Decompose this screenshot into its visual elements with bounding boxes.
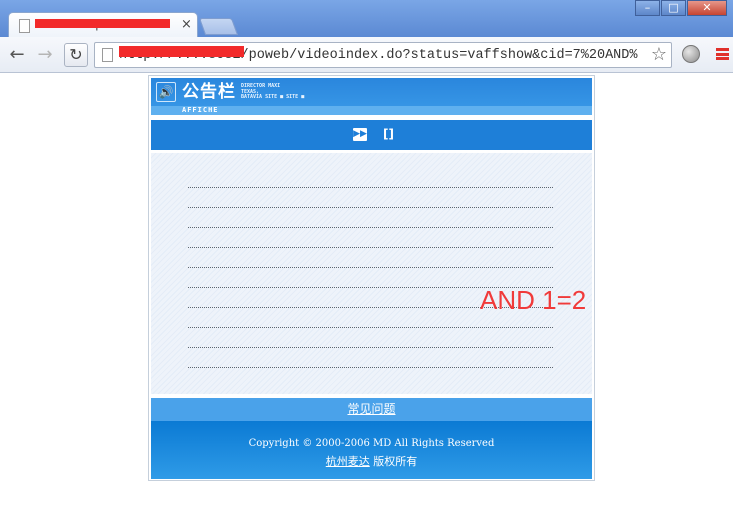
browser-tab[interactable]: ...:8081/poweb ×	[8, 12, 198, 38]
company-link[interactable]: 杭州麦达	[326, 455, 370, 468]
speaker-icon: 🔊	[156, 82, 176, 102]
list-item[interactable]	[188, 187, 553, 188]
list-item[interactable]	[188, 327, 553, 328]
star-icon[interactable]: ☆	[651, 44, 667, 66]
faq-bar: 常见问题	[151, 398, 592, 421]
window-controls: – □ ✕	[634, 0, 727, 16]
control-bar: ▶▶ []	[151, 120, 592, 150]
tab-close-icon[interactable]: ×	[181, 17, 192, 33]
bracket-label[interactable]: []	[383, 126, 394, 142]
page-footer: Copyright © 2000-2006 MD All Rights Rese…	[151, 421, 592, 479]
banner-small-text: DIRECTOR MAXI TEXAS, BATAVIA SITE ■ SITE…	[241, 83, 305, 100]
sql-overlay-text: AND 1=2	[480, 285, 587, 315]
redaction-bar	[119, 46, 244, 57]
reload-icon[interactable]: ↻	[64, 43, 88, 67]
menu-icon[interactable]	[716, 48, 729, 60]
list-item[interactable]	[188, 247, 553, 248]
play-icon[interactable]: ▶▶	[353, 128, 367, 141]
announcement-banner: 🔊 公告栏 DIRECTOR MAXI TEXAS, BATAVIA SITE …	[151, 78, 592, 115]
address-bar[interactable]: http://...:8081/poweb/videoindex.do?stat…	[94, 42, 672, 68]
browser-titlebar: ...:8081/poweb × – □ ✕	[0, 0, 733, 38]
page-icon	[19, 19, 30, 33]
faq-link[interactable]: 常见问题	[347, 402, 395, 416]
copyright-text: Copyright © 2000-2006 MD All Rights Rese…	[248, 438, 495, 449]
announcement-list	[151, 153, 592, 394]
announcement-panel: 🔊 公告栏 DIRECTOR MAXI TEXAS, BATAVIA SITE …	[148, 75, 595, 481]
affiche-label: AFFICHE	[182, 106, 219, 114]
list-item[interactable]	[188, 207, 553, 208]
company-line: 杭州麦达 版权所有	[151, 454, 592, 470]
minimize-button[interactable]: –	[635, 0, 660, 16]
banner-title: 公告栏	[182, 82, 236, 102]
browser-toolbar: ← → ↻ http://...:8081/poweb/videoindex.d…	[0, 37, 733, 73]
list-item[interactable]	[188, 267, 553, 268]
list-item[interactable]	[188, 347, 553, 348]
page-icon	[102, 48, 113, 62]
forward-icon[interactable]: →	[34, 45, 56, 65]
globe-icon[interactable]	[682, 45, 700, 63]
redaction-bar	[35, 19, 170, 28]
rights-text: 版权所有	[369, 455, 418, 468]
list-item[interactable]	[188, 367, 553, 368]
list-item[interactable]	[188, 227, 553, 228]
new-tab-button[interactable]	[198, 18, 239, 35]
back-icon[interactable]: ←	[6, 45, 28, 65]
maximize-button[interactable]: □	[661, 0, 686, 16]
close-window-button[interactable]: ✕	[687, 0, 727, 16]
